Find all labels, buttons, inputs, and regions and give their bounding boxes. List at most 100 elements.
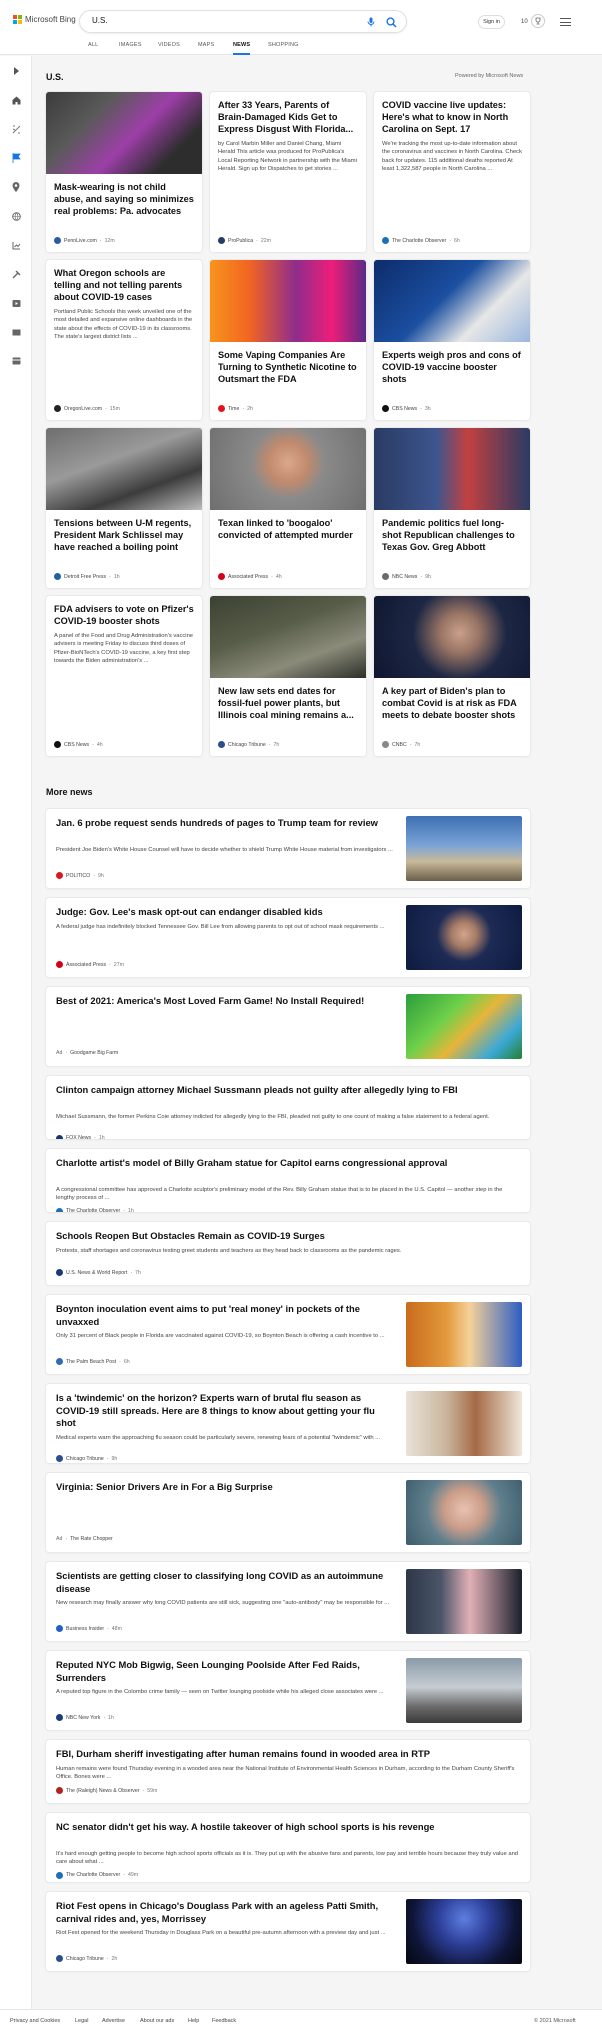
more-news-source[interactable]: Chicago Tribune · 2h bbox=[56, 1955, 117, 1962]
news-card-source[interactable]: CBS News · 3h bbox=[382, 405, 431, 412]
news-card-source[interactable]: The Charlotte Observer · 6h bbox=[382, 237, 460, 244]
tab-maps[interactable]: MAPS bbox=[198, 42, 214, 48]
more-news-source[interactable]: Associated Press · 27m bbox=[56, 961, 124, 968]
sign-in-button[interactable]: Sign in bbox=[478, 15, 505, 29]
more-news-item[interactable]: Best of 2021: America's Most Loved Farm … bbox=[46, 987, 530, 1066]
more-news-source[interactable]: Chicago Tribune · 9h bbox=[56, 1455, 117, 1463]
news-card[interactable]: COVID vaccine live updates: Here's what … bbox=[374, 92, 530, 252]
more-news-item[interactable]: Judge: Gov. Lee's mask opt-out can endan… bbox=[46, 898, 530, 977]
news-card-source[interactable]: OregonLive.com · 15m bbox=[54, 405, 120, 412]
discover-icon[interactable] bbox=[11, 124, 21, 134]
more-news-source[interactable]: POLITICO · 9h bbox=[56, 872, 104, 879]
news-card[interactable]: A key part of Biden's plan to combat Cov… bbox=[374, 596, 530, 756]
expand-icon[interactable] bbox=[11, 66, 21, 76]
more-news-source[interactable]: The Charlotte Observer · 49m bbox=[56, 1871, 138, 1879]
news-card[interactable]: Texan linked to 'boogaloo' convicted of … bbox=[210, 428, 366, 588]
more-news-source[interactable]: Ad · The Rate Chopper bbox=[56, 1536, 113, 1542]
videos-icon[interactable] bbox=[11, 327, 21, 337]
more-news-title[interactable]: Judge: Gov. Lee's mask opt-out can endan… bbox=[56, 906, 396, 919]
more-news-source[interactable]: The Palm Beach Post · 6h bbox=[56, 1358, 130, 1365]
more-news-item[interactable]: Charlotte artist's model of Billy Graham… bbox=[46, 1149, 530, 1212]
money-icon[interactable] bbox=[11, 356, 21, 366]
footer-legal-link[interactable]: Legal bbox=[75, 2018, 88, 2024]
news-card-title[interactable]: FDA advisers to vote on Pfizer's COVID-1… bbox=[46, 596, 202, 627]
more-news-title[interactable]: Best of 2021: America's Most Loved Farm … bbox=[56, 995, 396, 1008]
more-news-item[interactable]: Reputed NYC Mob Bigwig, Seen Lounging Po… bbox=[46, 1651, 530, 1730]
more-news-title[interactable]: Boynton inoculation event aims to put 'r… bbox=[56, 1303, 396, 1328]
more-news-thumbnail[interactable] bbox=[406, 1658, 522, 1723]
more-news-title[interactable]: Reputed NYC Mob Bigwig, Seen Lounging Po… bbox=[56, 1659, 396, 1684]
more-news-item[interactable]: Is a 'twindemic' on the horizon? Experts… bbox=[46, 1384, 530, 1463]
news-card-title[interactable]: Tensions between U-M regents, President … bbox=[46, 510, 202, 553]
news-card-title[interactable]: Texan linked to 'boogaloo' convicted of … bbox=[210, 510, 366, 541]
trophy-icon[interactable] bbox=[531, 14, 545, 28]
more-news-source[interactable]: FOX News · 1h bbox=[56, 1134, 105, 1139]
news-card-title[interactable]: COVID vaccine live updates: Here's what … bbox=[374, 92, 530, 135]
entertainment-icon[interactable] bbox=[11, 298, 21, 308]
more-news-title[interactable]: Schools Reopen But Obstacles Remain as C… bbox=[56, 1230, 520, 1243]
tab-news[interactable]: NEWS bbox=[233, 42, 251, 55]
footer-about-ads-link[interactable]: About our ads bbox=[140, 2018, 174, 2024]
news-card-title[interactable]: What Oregon schools are telling and not … bbox=[46, 260, 202, 303]
footer-advertise-link[interactable]: Advertise bbox=[102, 2018, 125, 2024]
tab-images[interactable]: IMAGES bbox=[119, 42, 142, 48]
flag-icon[interactable] bbox=[11, 153, 21, 163]
footer-feedback-link[interactable]: Feedback bbox=[212, 2018, 236, 2024]
bing-logo[interactable]: Microsoft Bing bbox=[13, 15, 76, 24]
news-card-source[interactable]: Time · 2h bbox=[218, 405, 253, 412]
more-news-thumbnail[interactable] bbox=[406, 905, 522, 970]
business-icon[interactable] bbox=[11, 240, 21, 250]
more-news-title[interactable]: Virginia: Senior Drivers Are in For a Bi… bbox=[56, 1481, 396, 1494]
news-card-source[interactable]: Associated Press · 4h bbox=[218, 573, 282, 580]
news-card[interactable]: After 33 Years, Parents of Brain-Damaged… bbox=[210, 92, 366, 252]
search-icon[interactable] bbox=[383, 14, 399, 30]
more-news-title[interactable]: Jan. 6 probe request sends hundreds of p… bbox=[56, 817, 396, 830]
news-card[interactable]: What Oregon schools are telling and not … bbox=[46, 260, 202, 420]
more-news-item[interactable]: Scientists are getting closer to classif… bbox=[46, 1562, 530, 1641]
more-news-thumbnail[interactable] bbox=[406, 1569, 522, 1634]
more-news-source[interactable]: Business Insider · 48m bbox=[56, 1625, 122, 1632]
menu-icon[interactable] bbox=[560, 18, 571, 26]
footer-help-link[interactable]: Help bbox=[188, 2018, 199, 2024]
news-card-title[interactable]: New law sets end dates for fossil-fuel p… bbox=[210, 678, 366, 721]
more-news-thumbnail[interactable] bbox=[406, 994, 522, 1059]
microphone-icon[interactable] bbox=[364, 15, 378, 29]
home-icon[interactable] bbox=[11, 95, 21, 105]
news-card[interactable]: Mask-wearing is not child abuse, and say… bbox=[46, 92, 202, 252]
news-card-title[interactable]: Some Vaping Companies Are Turning to Syn… bbox=[210, 342, 366, 385]
local-icon[interactable] bbox=[11, 182, 21, 192]
more-news-title[interactable]: Clinton campaign attorney Michael Sussma… bbox=[56, 1084, 520, 1097]
tab-all[interactable]: ALL bbox=[88, 42, 98, 48]
news-card-title[interactable]: Pandemic politics fuel long-shot Republi… bbox=[374, 510, 530, 553]
more-news-thumbnail[interactable] bbox=[406, 1899, 522, 1964]
news-card-source[interactable]: ProPublica · 22m bbox=[218, 237, 271, 244]
news-card[interactable]: Tensions between U-M regents, President … bbox=[46, 428, 202, 588]
news-card[interactable]: FDA advisers to vote on Pfizer's COVID-1… bbox=[46, 596, 202, 756]
news-card-title[interactable]: After 33 Years, Parents of Brain-Damaged… bbox=[210, 92, 366, 135]
search-box[interactable] bbox=[80, 11, 406, 32]
news-card-source[interactable]: CBS News · 4h bbox=[54, 741, 103, 748]
news-card-title[interactable]: Experts weigh pros and cons of COVID-19 … bbox=[374, 342, 530, 385]
rewards-count[interactable]: 10 bbox=[521, 19, 528, 25]
more-news-item[interactable]: Jan. 6 probe request sends hundreds of p… bbox=[46, 809, 530, 888]
more-news-source[interactable]: Ad · Goodgame Big Farm bbox=[56, 1050, 118, 1056]
more-news-title[interactable]: Scientists are getting closer to classif… bbox=[56, 1570, 396, 1595]
more-news-source[interactable]: NBC New York · 1h bbox=[56, 1714, 114, 1721]
more-news-thumbnail[interactable] bbox=[406, 816, 522, 881]
more-news-title[interactable]: FBI, Durham sheriff investigating after … bbox=[56, 1748, 520, 1761]
more-news-item[interactable]: Virginia: Senior Drivers Are in For a Bi… bbox=[46, 1473, 530, 1552]
search-input[interactable] bbox=[92, 16, 332, 25]
more-news-item[interactable]: Riot Fest opens in Chicago's Douglass Pa… bbox=[46, 1892, 530, 1971]
tab-shopping[interactable]: SHOPPING bbox=[268, 42, 299, 48]
more-news-title[interactable]: Is a 'twindemic' on the horizon? Experts… bbox=[56, 1392, 396, 1430]
news-card[interactable]: Pandemic politics fuel long-shot Republi… bbox=[374, 428, 530, 588]
news-card-source[interactable]: Detroit Free Press · 1h bbox=[54, 573, 120, 580]
news-card[interactable]: Some Vaping Companies Are Turning to Syn… bbox=[210, 260, 366, 420]
more-news-thumbnail[interactable] bbox=[406, 1391, 522, 1456]
world-icon[interactable] bbox=[11, 211, 21, 221]
more-news-title[interactable]: NC senator didn't get his way. A hostile… bbox=[56, 1821, 520, 1834]
more-news-source[interactable]: The Charlotte Observer · 1h bbox=[56, 1207, 134, 1212]
news-card-source[interactable]: Chicago Tribune · 7h bbox=[218, 741, 279, 748]
footer-privacy-link[interactable]: Privacy and Cookies bbox=[10, 2018, 60, 2024]
more-news-item[interactable]: NC senator didn't get his way. A hostile… bbox=[46, 1813, 530, 1882]
